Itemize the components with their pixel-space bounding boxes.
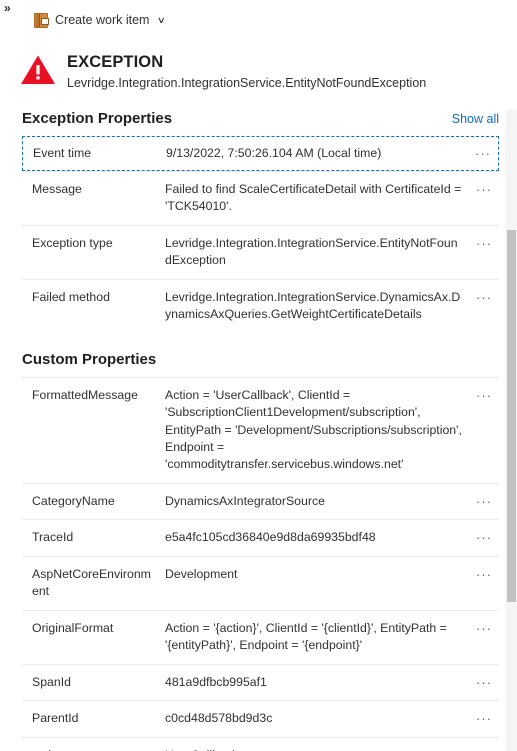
row-more-actions-button[interactable]: ··· xyxy=(469,674,499,691)
row-more-actions-button[interactable]: ··· xyxy=(469,235,499,252)
section-header: Custom Properties xyxy=(22,333,499,377)
property-row[interactable]: Exception type Levridge.Integration.Integ… xyxy=(22,224,499,279)
property-value: Action = 'UserCallback', ClientId = 'Sub… xyxy=(165,387,462,472)
property-key: Failed method xyxy=(32,289,110,304)
property-row[interactable]: CategoryName DynamicsAxIntegratorSource ··… xyxy=(22,482,499,519)
row-more-actions-button[interactable]: ··· xyxy=(469,289,499,306)
property-row[interactable]: OriginalFormat Action = '{action}', Clien… xyxy=(22,609,499,664)
section-header: Exception Properties Show all xyxy=(22,92,499,136)
property-row[interactable]: Message Failed to find ScaleCertificateDe… xyxy=(22,170,499,225)
property-row[interactable]: Failed method Levridge.Integration.Integr… xyxy=(22,278,499,333)
row-more-actions-button[interactable]: ··· xyxy=(468,145,498,162)
exception-type-name: Levridge.Integration.IntegrationService.… xyxy=(67,75,427,90)
custom-properties-table: FormattedMessage Action = 'UserCallback',… xyxy=(22,376,499,751)
section-exception-properties: Exception Properties Show all Event time… xyxy=(0,92,517,333)
exception-properties-table: Event time 9/13/2022, 7:50:26.104 AM (Loc… xyxy=(22,135,499,333)
sections-container: Exception Properties Show all Event time… xyxy=(0,92,517,751)
section-custom-properties: Custom Properties FormattedMessage Action… xyxy=(0,333,517,751)
exception-title: EXCEPTION xyxy=(67,53,164,71)
chevron-down-icon: ∨ xyxy=(157,14,167,25)
exception-details-panel: » Create work item ∨ EXCEPTION Levridge.… xyxy=(0,0,517,751)
property-value: Levridge.Integration.IntegrationService.… xyxy=(165,235,458,268)
property-value: 481a9dfbcb995af1 xyxy=(165,674,267,689)
property-row[interactable]: FormattedMessage Action = 'UserCallback',… xyxy=(22,376,499,483)
property-row[interactable]: Event time 9/13/2022, 7:50:26.104 AM (Loc… xyxy=(22,135,499,171)
property-key: CategoryName xyxy=(32,493,115,508)
exception-title-group: EXCEPTION Levridge.Integration.Integrati… xyxy=(67,50,426,92)
exception-header: EXCEPTION Levridge.Integration.Integrati… xyxy=(0,36,517,92)
property-key: AspNetCoreEnvironment xyxy=(32,566,151,599)
property-row[interactable]: SpanId 481a9dfbcb995af1 ··· xyxy=(22,663,499,700)
property-key: Event time xyxy=(33,145,92,160)
property-value: Development xyxy=(165,566,238,581)
property-key: Message xyxy=(32,181,82,196)
error-triangle-icon xyxy=(20,54,56,86)
property-value: DynamicsAxIntegratorSource xyxy=(165,493,325,508)
row-more-actions-button[interactable]: ··· xyxy=(469,710,499,727)
property-key: TraceId xyxy=(32,530,74,545)
property-value: 9/13/2022, 7:50:26.104 AM (Local time) xyxy=(166,145,382,160)
property-row[interactable]: ParentId c0cd48d578bd9d3c ··· xyxy=(22,700,499,736)
notebook-icon xyxy=(34,12,49,28)
property-key: Exception type xyxy=(32,235,113,250)
vertical-scrollbar-track[interactable] xyxy=(505,110,517,751)
property-key: ParentId xyxy=(32,711,79,726)
property-value: c0cd48d578bd9d3c xyxy=(165,711,273,726)
property-value: Levridge.Integration.IntegrationService.… xyxy=(165,289,461,322)
row-more-actions-button[interactable]: ··· xyxy=(469,566,499,583)
row-more-actions-button[interactable]: ··· xyxy=(469,747,499,751)
row-more-actions-button[interactable]: ··· xyxy=(469,493,499,510)
property-key: FormattedMessage xyxy=(32,387,138,402)
property-row[interactable]: AspNetCoreEnvironment Development ··· xyxy=(22,555,499,610)
property-key: SpanId xyxy=(32,674,71,689)
property-row[interactable]: actionUserCallback··· xyxy=(22,736,499,751)
property-value: Failed to find ScaleCertificateDetail wi… xyxy=(165,181,462,214)
property-value: e5a4fc105cd36840e9d8da69935bdf48 xyxy=(165,530,376,545)
section-title: Custom Properties xyxy=(22,350,157,368)
property-value: UserCallback xyxy=(165,747,469,751)
row-more-actions-button[interactable]: ··· xyxy=(469,620,499,637)
property-row[interactable]: TraceId e5a4fc105cd36840e9d8da69935bdf48 ·… xyxy=(22,519,499,555)
property-key: OriginalFormat xyxy=(32,620,114,635)
property-value: Action = '{action}', ClientId = '{client… xyxy=(165,620,447,653)
section-title: Exception Properties xyxy=(22,109,173,127)
row-more-actions-button[interactable]: ··· xyxy=(469,387,499,404)
row-more-actions-button[interactable]: ··· xyxy=(469,181,499,198)
row-more-actions-button[interactable]: ··· xyxy=(469,529,499,546)
show-all-link[interactable]: Show all xyxy=(452,112,499,126)
command-bar: Create work item ∨ xyxy=(0,0,517,36)
property-key: action xyxy=(22,747,165,751)
create-work-item-label: Create work item xyxy=(55,13,150,27)
create-work-item-button[interactable]: Create work item ∨ xyxy=(28,10,171,31)
collapse-panel-chevron-icon[interactable]: » xyxy=(4,2,11,14)
vertical-scrollbar-thumb[interactable] xyxy=(507,230,516,602)
